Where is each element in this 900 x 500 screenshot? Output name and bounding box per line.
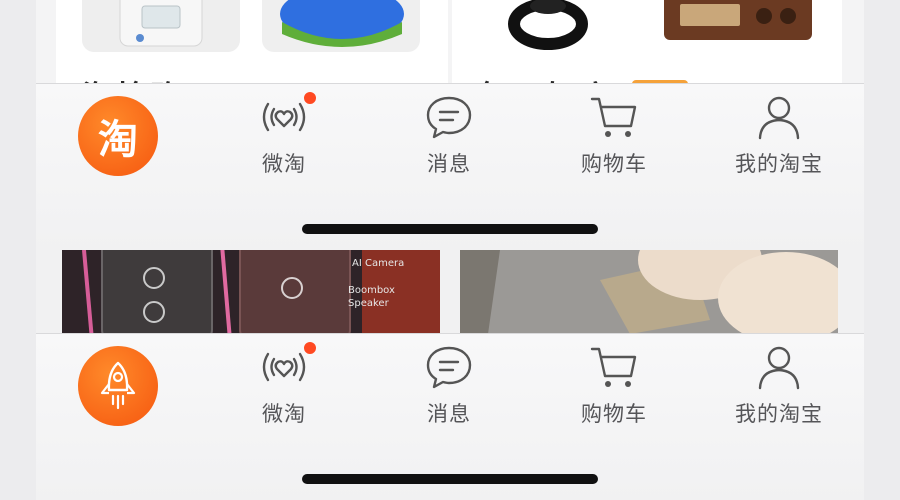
tab-weitao-label: 微淘: [262, 402, 306, 426]
tab-cart-label: 购物车: [581, 152, 647, 176]
speaker-label-camera: AI Camera: [352, 258, 405, 269]
product-thumb-radio[interactable]: [658, 0, 816, 52]
product-feed-top: 淘抢购 每日好店: [36, 0, 864, 84]
tab-weitao[interactable]: 微淘: [214, 334, 354, 454]
tab-cart[interactable]: 购物车: [544, 334, 684, 454]
product-thumb-ring[interactable]: [478, 0, 636, 52]
product-thumb-appliance[interactable]: [82, 0, 240, 52]
tab-my-taobao-label: 我的淘宝: [735, 402, 823, 426]
home-indicator[interactable]: [302, 474, 598, 484]
chat-bubble-icon: [426, 346, 472, 389]
product-card-flash-sale[interactable]: 淘抢购: [56, 0, 448, 84]
speaker-label-boombox: Boombox Speaker: [348, 285, 395, 309]
rocket-home-button[interactable]: [78, 346, 158, 426]
product-card-daily-store[interactable]: 每日好店: [452, 0, 842, 84]
chat-bubble-icon: [426, 96, 472, 139]
product-feed-middle: AI Camera Boombox Speaker: [36, 250, 864, 334]
shopping-cart-icon: [590, 97, 637, 137]
product-image-speaker[interactable]: AI Camera Boombox Speaker: [62, 250, 440, 334]
taobao-logo-icon: 淘: [98, 117, 138, 163]
rocket-icon: [100, 361, 136, 410]
tab-messages[interactable]: 消息: [379, 334, 519, 454]
product-image-eggs[interactable]: [460, 250, 838, 334]
tab-weitao[interactable]: 微淘: [214, 84, 354, 204]
tab-cart[interactable]: 购物车: [544, 84, 684, 204]
tab-cart-label: 购物车: [581, 402, 647, 426]
tab-bar-rocket: 微淘 消息 购物车 我的淘宝: [36, 333, 864, 500]
weitao-badge-dot: [302, 90, 318, 106]
tab-bar-taobao: 淘 微淘 消息 购物车 我的淘宝: [36, 83, 864, 250]
weitao-badge-dot: [302, 340, 318, 356]
tab-messages-label: 消息: [427, 152, 471, 176]
product-thumb-blue-hat[interactable]: [262, 0, 420, 52]
user-icon: [758, 346, 800, 390]
tab-my-taobao[interactable]: 我的淘宝: [709, 84, 849, 204]
shopping-cart-icon: [590, 347, 637, 387]
user-icon: [758, 96, 800, 140]
tab-my-taobao[interactable]: 我的淘宝: [709, 334, 849, 454]
home-indicator[interactable]: [302, 224, 598, 234]
tab-messages[interactable]: 消息: [379, 84, 519, 204]
taobao-home-button[interactable]: 淘: [78, 96, 158, 176]
tab-messages-label: 消息: [427, 402, 471, 426]
tab-my-taobao-label: 我的淘宝: [735, 152, 823, 176]
tab-weitao-label: 微淘: [262, 152, 306, 176]
